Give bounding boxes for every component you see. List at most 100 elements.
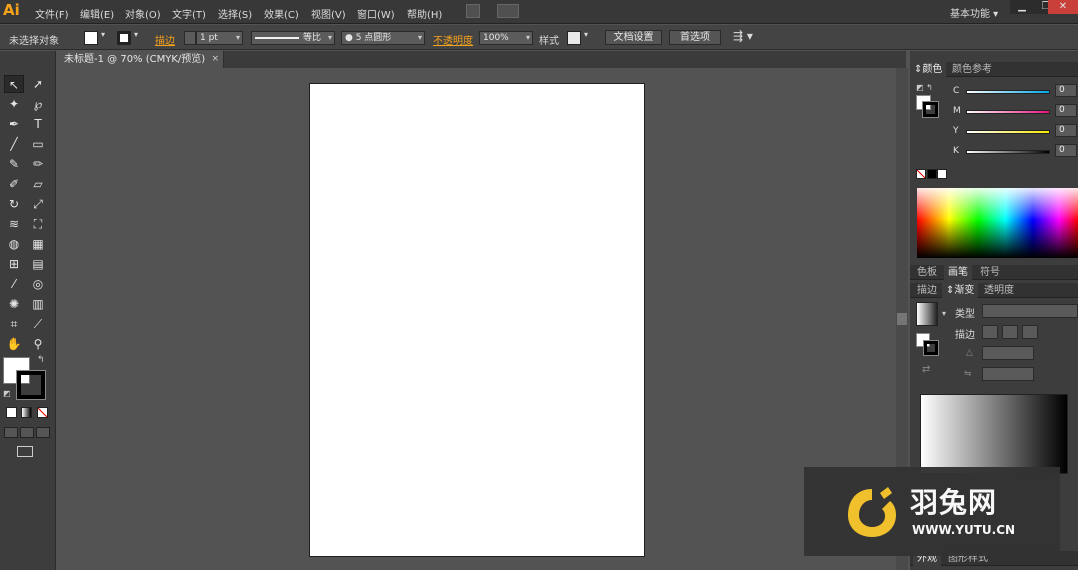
shape-builder-tool-icon[interactable]: ◍ [4,235,24,253]
stroke-color-box[interactable] [922,101,939,118]
chevron-down-icon[interactable]: ▾ [134,30,138,39]
stroke-color-box[interactable] [16,370,46,400]
stroke-across-icon[interactable] [1022,325,1038,339]
artboard-tool-icon[interactable]: ⌗ [4,315,24,333]
color-mode-icon[interactable] [6,407,17,418]
gradient-slider[interactable] [920,394,1068,474]
selection-tool-icon[interactable]: ↖ [4,75,24,93]
menu-select[interactable]: 选择(S) [218,6,252,21]
chevron-down-icon[interactable]: ▾ [584,30,588,39]
document-tab[interactable]: 未标题-1 @ 70% (CMYK/预览) × [56,51,224,68]
close-icon[interactable]: ✕ [1048,0,1078,14]
channel-k-slider[interactable] [966,150,1050,154]
symbol-sprayer-tool-icon[interactable]: ✺ [4,295,24,313]
eraser-tool-icon[interactable]: ▱ [28,175,48,193]
artboard[interactable] [309,83,645,557]
stroke-swatch[interactable] [117,31,131,45]
none-swatch-icon[interactable] [916,169,926,179]
opacity-field[interactable]: 100% ▾ [479,31,533,45]
free-transform-tool-icon[interactable]: ⛶ [28,215,48,233]
tab-transparency[interactable]: 透明度 [980,283,1018,298]
swap-colors-icon[interactable]: ↰ [37,355,45,365]
warp-tool-icon[interactable]: ≋ [4,215,24,233]
reverse-gradient-icon[interactable]: ⇄ [922,364,930,375]
draw-behind-icon[interactable] [20,427,34,438]
magic-wand-tool-icon[interactable]: ✦ [4,95,24,113]
tab-brushes[interactable]: 画笔 [944,265,972,280]
arrange-icon[interactable]: ⇶ ▾ [733,29,753,43]
close-icon[interactable]: × [211,51,219,68]
tab-gradient[interactable]: ⇕渐变 [942,283,979,298]
gradient-mode-icon[interactable] [21,407,32,418]
gradient-thumbnail[interactable] [916,302,938,326]
tab-color-guide[interactable]: 颜色参考 [948,62,996,77]
chevron-down-icon[interactable]: ▾ [942,309,946,318]
draw-inside-icon[interactable] [36,427,50,438]
menu-help[interactable]: 帮助(H) [407,6,442,21]
workspace-switcher[interactable]: 基本功能 ▾ [950,5,998,20]
channel-m-value[interactable]: 0 [1055,104,1077,117]
stroke-color-box[interactable] [923,340,939,356]
gradient-aspect-field[interactable] [982,367,1034,381]
pencil-tool-icon[interactable]: ✏ [28,155,48,173]
column-graph-tool-icon[interactable]: ▥ [28,295,48,313]
default-colors-icon[interactable]: ◩ [3,389,11,398]
rotate-tool-icon[interactable]: ↻ [4,195,24,213]
tab-swatches[interactable]: 色板 [913,265,941,280]
none-mode-icon[interactable] [37,407,48,418]
menu-window[interactable]: 窗口(W) [357,6,395,21]
color-spectrum[interactable] [917,188,1078,258]
menu-file[interactable]: 文件(F) [35,6,69,21]
scrollbar-thumb[interactable] [897,313,907,325]
channel-y-slider[interactable] [966,130,1050,134]
zoom-tool-icon[interactable]: ⚲ [28,335,48,353]
channel-c-slider[interactable] [966,90,1050,94]
stroke-link[interactable]: 描边 [155,32,175,47]
eyedropper-tool-icon[interactable]: ⁄ [4,275,24,293]
black-swatch[interactable] [927,169,937,179]
stroke-weight-field[interactable]: 1 pt ▾ [196,31,243,45]
gradient-type-select[interactable] [982,304,1078,318]
channel-k-value[interactable]: 0 [1055,144,1077,157]
tab-color[interactable]: ⇕颜色 [910,62,947,77]
mesh-tool-icon[interactable]: ⊞ [4,255,24,273]
style-swatch[interactable] [567,31,581,45]
rectangle-tool-icon[interactable]: ▭ [28,135,48,153]
brush-select[interactable]: ● 5 点圆形 ▾ [341,31,425,45]
line-tool-icon[interactable]: ╱ [4,135,24,153]
menu-type[interactable]: 文字(T) [172,6,206,21]
fill-swatch[interactable] [84,31,98,45]
document-setup-button[interactable]: 文档设置 [605,30,662,45]
minimize-icon[interactable]: ▁ [1010,0,1034,14]
slice-tool-icon[interactable]: ⟋ [28,315,48,333]
hand-tool-icon[interactable]: ✋ [4,335,24,353]
gradient-tool-icon[interactable]: ▤ [28,255,48,273]
channel-y-value[interactable]: 0 [1055,124,1077,137]
type-tool-icon[interactable]: T [28,115,48,133]
lasso-tool-icon[interactable]: ℘ [28,95,48,113]
blend-tool-icon[interactable]: ◎ [28,275,48,293]
preferences-button[interactable]: 首选项 [669,30,721,45]
blob-brush-tool-icon[interactable]: ✐ [4,175,24,193]
draw-normal-icon[interactable] [4,427,18,438]
bridge-icon[interactable] [466,4,480,18]
stroke-within-icon[interactable] [982,325,998,339]
menu-view[interactable]: 视图(V) [311,6,346,21]
paintbrush-tool-icon[interactable]: ✎ [4,155,24,173]
direct-selection-tool-icon[interactable]: ➚ [28,75,48,93]
opacity-link[interactable]: 不透明度 [433,32,473,47]
scale-tool-icon[interactable]: ⤢ [28,195,48,213]
stroke-along-icon[interactable] [1002,325,1018,339]
arrange-documents-icon[interactable] [497,4,519,18]
menu-object[interactable]: 对象(O) [125,6,161,21]
stroke-profile-select[interactable]: 等比 ▾ [251,31,335,45]
default-colors-icon[interactable]: ◩ ↰ [916,83,933,92]
chevron-down-icon[interactable]: ▾ [101,30,105,39]
white-swatch[interactable] [937,169,947,179]
menu-effect[interactable]: 效果(C) [264,6,299,21]
channel-c-value[interactable]: 0 [1055,84,1077,97]
screen-mode-icon[interactable] [17,446,33,457]
perspective-grid-tool-icon[interactable]: ▦ [28,235,48,253]
channel-m-slider[interactable] [966,110,1050,114]
menu-edit[interactable]: 编辑(E) [80,6,114,21]
